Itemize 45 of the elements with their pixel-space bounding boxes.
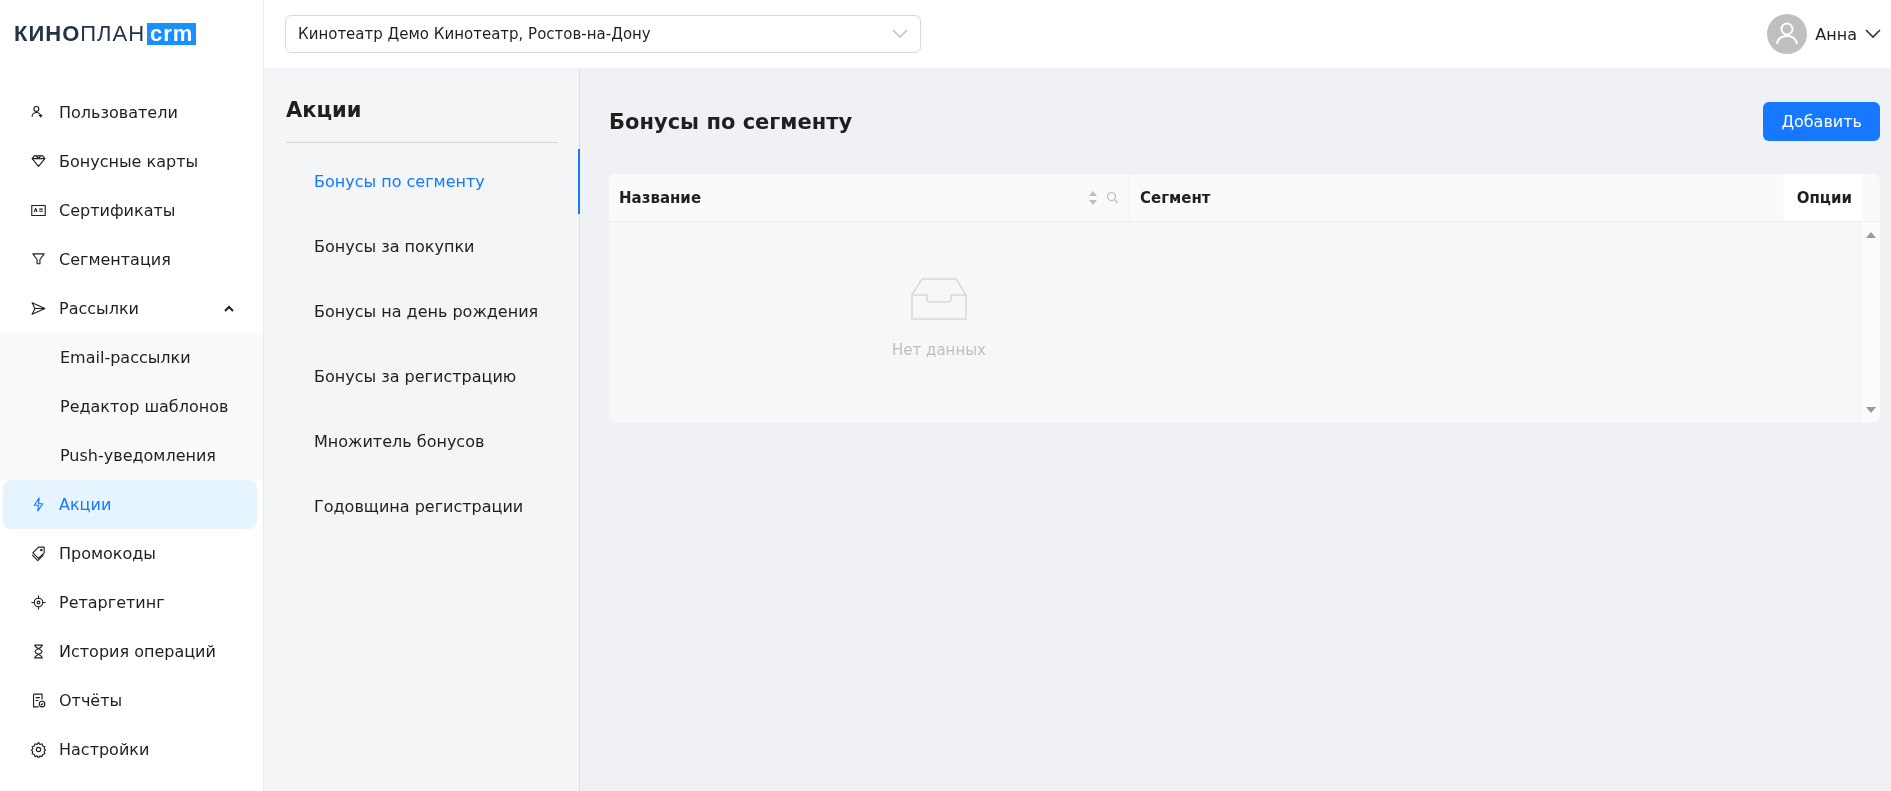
cinema-select[interactable]: Кинотеатр Демо Кинотеатр, Ростов-на-Дону bbox=[285, 15, 921, 53]
user-name[interactable]: Анна bbox=[1815, 24, 1857, 44]
scroll-down-icon[interactable] bbox=[1866, 407, 1876, 413]
promotion-menu-item[interactable]: Бонусы за покупки bbox=[264, 214, 580, 279]
logo: КИНОПЛАН crm bbox=[0, 0, 197, 68]
promotion-menu-item[interactable]: Множитель бонусов bbox=[264, 409, 580, 474]
sidebar-subitem[interactable]: Push-уведомления bbox=[0, 431, 263, 480]
column-header: Сегмент bbox=[1139, 187, 1212, 209]
panel-title: Акции bbox=[286, 98, 558, 143]
tags-icon bbox=[30, 545, 47, 562]
promotion-menu-item[interactable]: Бонусы за регистрацию bbox=[264, 344, 580, 409]
promotion-menu-item[interactable]: Бонусы на день рождения bbox=[264, 279, 580, 344]
sidebar-subitem[interactable]: Email-рассылки bbox=[0, 333, 263, 382]
card-icon bbox=[30, 202, 47, 219]
search-icon[interactable] bbox=[1106, 191, 1119, 204]
sidebar-item[interactable]: Рассылки bbox=[0, 284, 263, 333]
sidebar-item[interactable]: Промокоды bbox=[0, 529, 263, 578]
sidebar-item[interactable]: История операций bbox=[0, 627, 263, 676]
send-icon bbox=[30, 300, 47, 317]
empty-message: Нет данных bbox=[892, 341, 986, 359]
sort-icon[interactable] bbox=[1088, 189, 1098, 206]
empty-inbox-icon bbox=[910, 277, 968, 321]
scrollbar[interactable] bbox=[1862, 222, 1880, 423]
sidebar-item[interactable]: Акции bbox=[3, 480, 257, 529]
sidebar-item[interactable]: Отчёты bbox=[0, 676, 263, 725]
sidebar-item[interactable]: Ретаргетинг bbox=[0, 578, 263, 627]
promotion-menu-item[interactable]: Годовщина регистрации bbox=[264, 474, 580, 539]
column-header[interactable]: Название bbox=[609, 174, 1130, 221]
sidebar-item[interactable]: Сертификаты bbox=[0, 186, 263, 235]
diamond-icon bbox=[30, 153, 47, 170]
chevron-down-icon bbox=[892, 29, 908, 39]
page-title: Бонусы по сегменту bbox=[609, 109, 853, 134]
target-icon bbox=[30, 594, 47, 611]
add-button[interactable]: Добавить bbox=[1763, 102, 1880, 141]
sidebar-subitem[interactable]: Редактор шаблонов bbox=[0, 382, 263, 431]
avatar-icon[interactable] bbox=[1767, 14, 1808, 54]
sidebar-item[interactable]: Сегментация bbox=[0, 235, 263, 284]
chevron-down-icon[interactable] bbox=[1865, 29, 1881, 39]
scroll-up-icon[interactable] bbox=[1866, 232, 1876, 238]
sidebar-item[interactable]: Настройки bbox=[0, 725, 263, 774]
column-header: Опции bbox=[1783, 174, 1862, 221]
sidebar-item[interactable]: Пользователи bbox=[0, 88, 263, 137]
sidebar-item[interactable]: Бонусные карты bbox=[0, 137, 263, 186]
report-icon bbox=[30, 692, 47, 709]
gear-icon bbox=[30, 741, 47, 758]
